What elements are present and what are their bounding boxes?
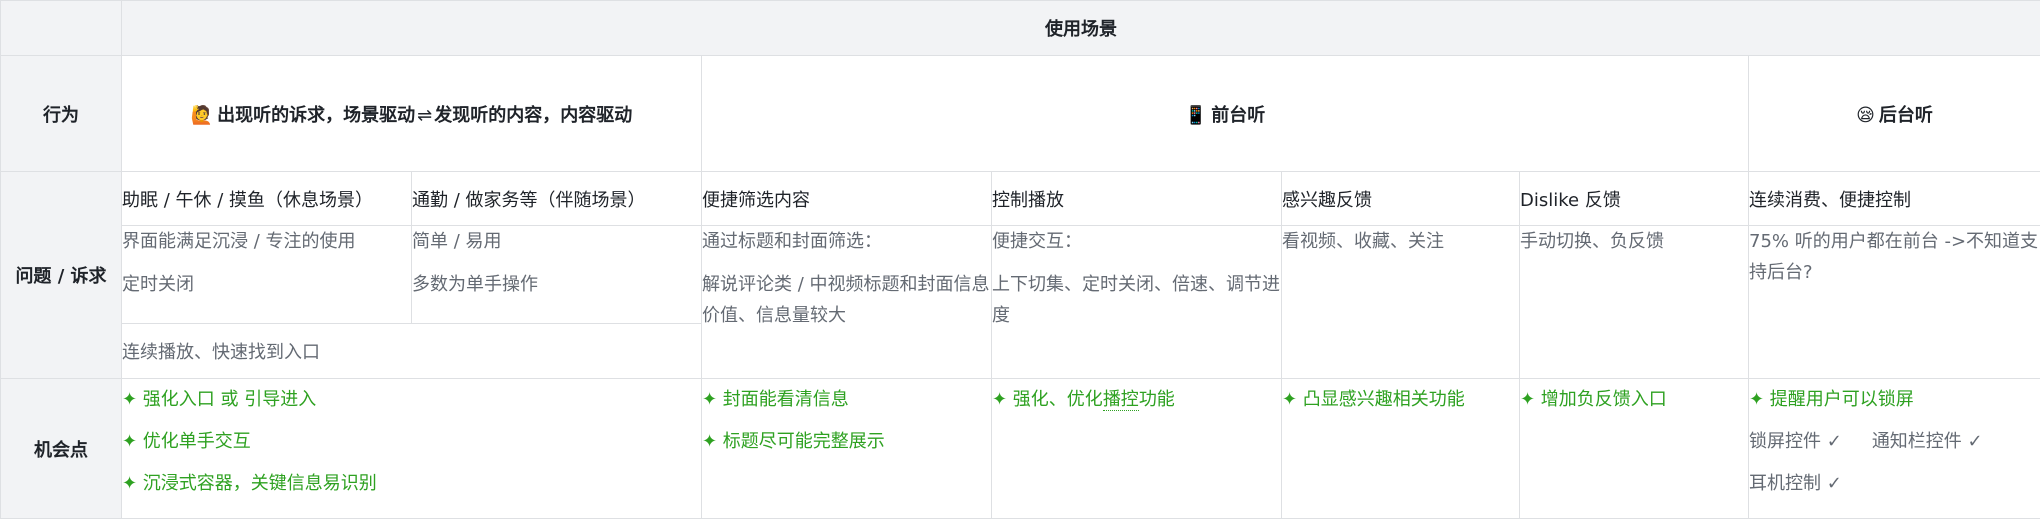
behavior-background-label: 后台听 bbox=[1879, 105, 1933, 126]
issue-body-rest: 界面能满足沉浸 / 专注的使用 定时关闭 bbox=[122, 226, 412, 324]
opportunity-filter-1: ✦ 封面能看清信息 bbox=[702, 379, 991, 421]
opportunity-dislike: ✦ 增加负反馈入口 bbox=[1520, 379, 1749, 519]
behavior-scene-right: 发现听的内容，内容驱动 bbox=[434, 105, 632, 126]
issue-title-companion: 通勤 / 做家务等（伴随场景） bbox=[412, 172, 702, 226]
issue-title-rest: 助眠 / 午休 / 摸鱼（休息场景） bbox=[122, 172, 412, 226]
opportunity-background-highlight: ✦ 提醒用户可以锁屏 bbox=[1749, 379, 2040, 421]
notification-control-check: 通知栏控件 ✓ bbox=[1872, 431, 1983, 452]
issue-companion-line-2: 多数为单手操作 bbox=[412, 269, 701, 300]
issue-body-background: 75% 听的用户都在前台 ->不知道支持后台? bbox=[1749, 226, 2040, 379]
row-label-behavior: 行为 bbox=[1, 56, 122, 172]
behavior-background: 😪后台听 bbox=[1749, 56, 2040, 172]
issue-companion-line-1: 简单 / 易用 bbox=[412, 226, 701, 257]
row-label-issues: 问题 / 诉求 bbox=[1, 172, 122, 379]
issue-filter-intro: 通过标题和封面筛选： bbox=[702, 226, 991, 257]
issue-filter-detail: 解说评论类 / 中视频标题和封面信息价值、信息量较大 bbox=[702, 269, 991, 331]
opportunity-control-prefix: ✦ 强化、优化 bbox=[992, 389, 1103, 410]
opportunity-background-controls: 锁屏控件 ✓ 通知栏控件 ✓ bbox=[1749, 421, 2040, 463]
opportunity-interest-1: ✦ 凸显感兴趣相关功能 bbox=[1282, 379, 1519, 421]
corner-cell bbox=[1, 1, 122, 56]
opportunity-filter-2: ✦ 标题尽可能完整展示 bbox=[702, 421, 991, 463]
issue-title-dislike: Dislike 反馈 bbox=[1520, 172, 1749, 226]
row-label-opportunities: 机会点 bbox=[1, 379, 122, 519]
sleepy-face-icon: 😪 bbox=[1856, 105, 1875, 126]
behavior-scene-left: 出现听的诉求，场景驱动 bbox=[217, 105, 415, 126]
issue-body-dislike: 手动切换、负反馈 bbox=[1520, 226, 1749, 379]
opportunity-interest: ✦ 凸显感兴趣相关功能 bbox=[1282, 379, 1520, 519]
usage-scenario-header: 使用场景 bbox=[122, 1, 2040, 56]
issue-dislike-text: 手动切换、负反馈 bbox=[1520, 226, 1748, 257]
issue-body-filter: 通过标题和封面筛选： 解说评论类 / 中视频标题和封面信息价值、信息量较大 bbox=[702, 226, 992, 379]
issue-control-intro: 便捷交互： bbox=[992, 226, 1281, 257]
issue-interest-text: 看视频、收藏、关注 bbox=[1282, 226, 1519, 257]
opportunity-scene-2: ✦ 优化单手交互 bbox=[122, 421, 701, 463]
opportunity-scene-1: ✦ 强化入口 或 引导进入 bbox=[122, 379, 701, 421]
issue-body-control: 便捷交互： 上下切集、定时关闭、倍速、调节进度 bbox=[992, 226, 1282, 379]
opportunity-control-1: ✦ 强化、优化播控功能 bbox=[992, 379, 1281, 421]
opportunity-scene: ✦ 强化入口 或 引导进入 ✦ 优化单手交互 ✦ 沉浸式容器，关键信息易识别 bbox=[122, 379, 702, 519]
lockscreen-control-check: 锁屏控件 ✓ bbox=[1749, 431, 1842, 452]
opportunity-control-suffix: 功能 bbox=[1139, 389, 1175, 410]
scenario-table: 使用场景 行为 🙋出现听的诉求，场景驱动⇌发现听的内容，内容驱动 📱前台听 😪后… bbox=[0, 0, 2040, 519]
issue-shared-foot: 连续播放、快速找到入口 bbox=[122, 324, 702, 379]
behavior-foreground-label: 前台听 bbox=[1211, 105, 1265, 126]
issue-title-control: 控制播放 bbox=[992, 172, 1282, 226]
opportunity-scene-3: ✦ 沉浸式容器，关键信息易识别 bbox=[122, 463, 701, 505]
issue-background-text: 75% 听的用户都在前台 ->不知道支持后台? bbox=[1749, 226, 2040, 288]
behavior-foreground: 📱前台听 bbox=[702, 56, 1749, 172]
mobile-phone-icon: 📱 bbox=[1185, 105, 1207, 126]
issue-body-interest: 看视频、收藏、关注 bbox=[1282, 226, 1520, 379]
opportunity-filter: ✦ 封面能看清信息 ✦ 标题尽可能完整展示 bbox=[702, 379, 992, 519]
issue-title-interest: 感兴趣反馈 bbox=[1282, 172, 1520, 226]
issue-body-companion: 简单 / 易用 多数为单手操作 bbox=[412, 226, 702, 324]
opportunity-background: ✦ 提醒用户可以锁屏 锁屏控件 ✓ 通知栏控件 ✓ 耳机控制 ✓ bbox=[1749, 379, 2040, 519]
earphone-control-check: 耳机控制 ✓ bbox=[1749, 463, 2040, 505]
issue-rest-line-2: 定时关闭 bbox=[122, 269, 411, 300]
opportunity-control: ✦ 强化、优化播控功能 bbox=[992, 379, 1282, 519]
issue-rest-line-1: 界面能满足沉浸 / 专注的使用 bbox=[122, 226, 411, 257]
swap-arrows-icon: ⇌ bbox=[417, 105, 432, 126]
opportunity-control-underlined: 播控 bbox=[1103, 389, 1139, 411]
behavior-scene-driven: 🙋出现听的诉求，场景驱动⇌发现听的内容，内容驱动 bbox=[122, 56, 702, 172]
raising-hand-icon: 🙋 bbox=[191, 105, 213, 126]
issue-title-background: 连续消费、便捷控制 bbox=[1749, 172, 2040, 226]
opportunity-dislike-1: ✦ 增加负反馈入口 bbox=[1520, 379, 1748, 421]
issue-control-detail: 上下切集、定时关闭、倍速、调节进度 bbox=[992, 269, 1281, 331]
issue-title-filter: 便捷筛选内容 bbox=[702, 172, 992, 226]
